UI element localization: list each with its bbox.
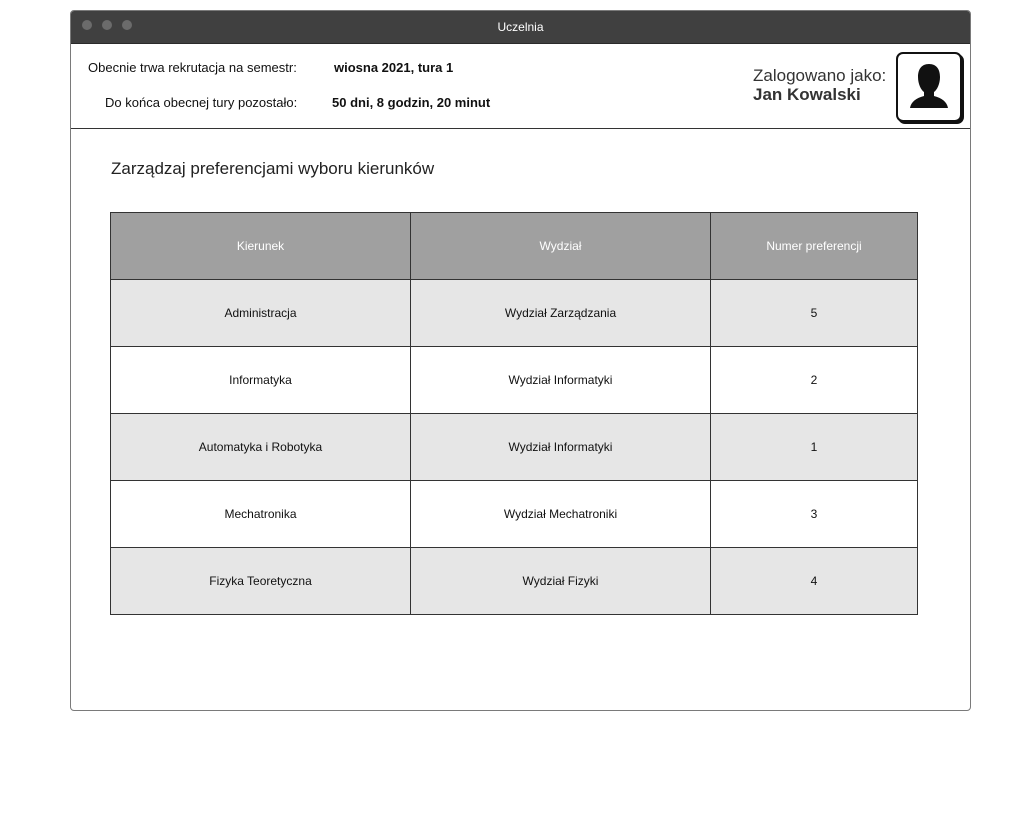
- table-row[interactable]: Automatyka i Robotyka Wydział Informatyk…: [110, 413, 918, 481]
- semester-value: wiosna 2021, tura 1: [334, 60, 454, 75]
- cell-numer-preferencji[interactable]: 4: [710, 547, 918, 615]
- page-title: Zarządzaj preferencjami wyboru kierunków: [111, 159, 435, 178]
- cell-wydzial: Wydział Zarządzania: [410, 279, 711, 347]
- cell-kierunek: Automatyka i Robotyka: [110, 413, 411, 481]
- table-row[interactable]: Informatyka Wydział Informatyki 2: [110, 346, 918, 414]
- semester-label: Obecnie trwa rekrutacja na semestr:: [88, 60, 297, 75]
- user-name: Jan Kowalski: [753, 85, 861, 104]
- cell-numer-preferencji[interactable]: 1: [710, 413, 918, 481]
- column-header-numer-preferencji: Numer preferencji: [710, 212, 918, 280]
- cell-kierunek: Informatyka: [110, 346, 411, 414]
- column-header-wydzial: Wydział: [410, 212, 711, 280]
- cell-kierunek: Administracja: [110, 279, 411, 347]
- title-bar: Uczelnia: [71, 11, 970, 44]
- cell-kierunek: Mechatronika: [110, 480, 411, 548]
- cell-numer-preferencji[interactable]: 3: [710, 480, 918, 548]
- logged-in-label: Zalogowano jako:: [753, 66, 887, 85]
- table-row[interactable]: Fizyka Teoretyczna Wydział Fizyki 4: [110, 547, 918, 615]
- cell-wydzial: Wydział Mechatroniki: [410, 480, 711, 548]
- cell-numer-preferencji[interactable]: 5: [710, 279, 918, 347]
- window-title: Uczelnia: [497, 20, 544, 34]
- table-header-row: Kierunek Wydział Numer preferencji: [110, 212, 918, 280]
- cell-wydzial: Wydział Fizyki: [410, 547, 711, 615]
- remaining-time-value: 50 dni, 8 godzin, 20 minut: [332, 95, 491, 110]
- cell-numer-preferencji[interactable]: 2: [710, 346, 918, 414]
- column-header-kierunek: Kierunek: [110, 212, 411, 280]
- recruitment-header: Obecnie trwa rekrutacja na semestr: wios…: [71, 44, 970, 129]
- cell-kierunek: Fizyka Teoretyczna: [110, 547, 411, 615]
- avatar[interactable]: [896, 52, 962, 122]
- table-row[interactable]: Administracja Wydział Zarządzania 5: [110, 279, 918, 347]
- preferences-table: Kierunek Wydział Numer preferencji Admin…: [110, 212, 918, 615]
- table-row[interactable]: Mechatronika Wydział Mechatroniki 3: [110, 480, 918, 548]
- cell-wydzial: Wydział Informatyki: [410, 413, 711, 481]
- remaining-time-label: Do końca obecnej tury pozostało:: [105, 95, 298, 110]
- cell-wydzial: Wydział Informatyki: [410, 346, 711, 414]
- user-silhouette-icon: [910, 64, 948, 108]
- app-window: Uczelnia Obecnie trwa rekrutacja na seme…: [70, 10, 971, 711]
